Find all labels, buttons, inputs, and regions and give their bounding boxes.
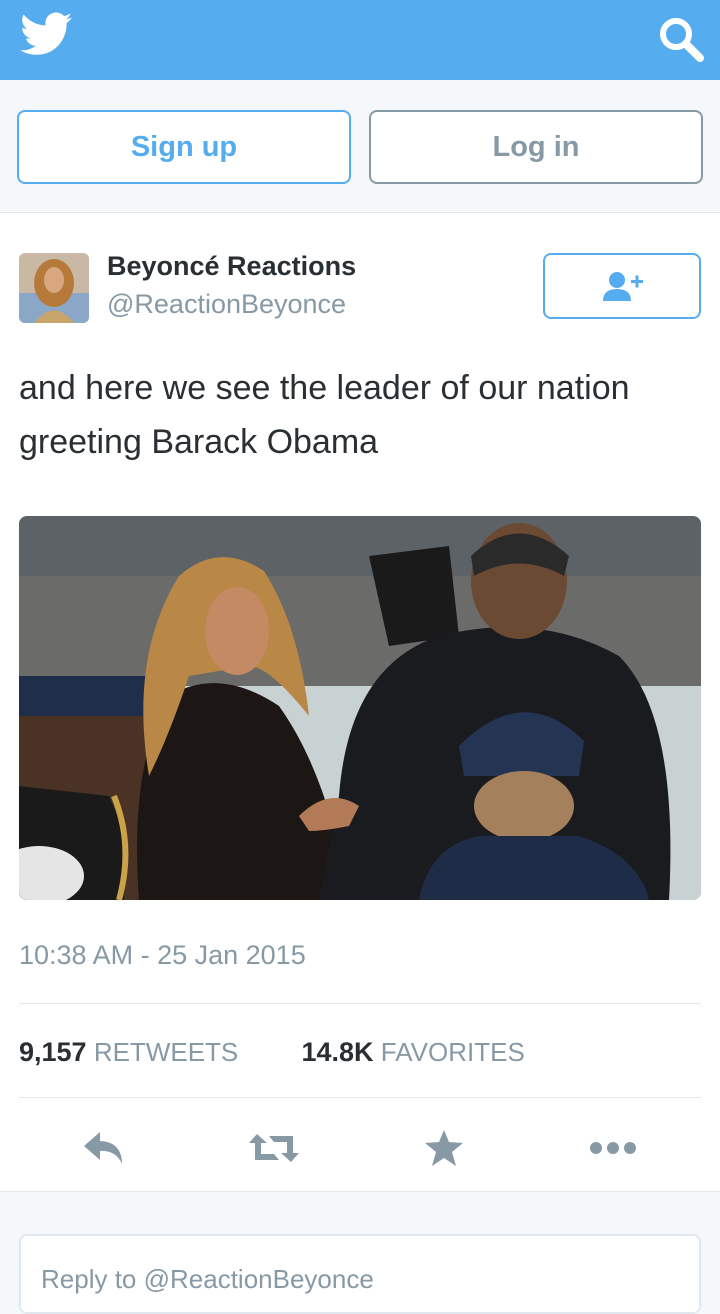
reply-input[interactable]: Reply to @ReactionBeyonce [19,1234,701,1314]
auth-bar: Sign up Log in [0,80,720,212]
retweet-button[interactable] [244,1123,304,1173]
favorite-count: 14.8K [301,1037,374,1067]
divider [19,1097,701,1098]
tweet-photo[interactable] [19,516,701,900]
divider [19,1003,701,1004]
top-bar [0,0,720,80]
reply-bar: Reply to @ReactionBeyonce [0,1192,720,1314]
reply-button[interactable] [74,1123,134,1173]
tweet-text: and here we see the leader of our nation… [19,369,630,461]
retweet-stat[interactable]: 9,157 RETWEETS [19,1037,238,1067]
more-button[interactable] [583,1123,643,1173]
favorite-button[interactable] [414,1123,474,1173]
login-button[interactable]: Log in [369,110,703,184]
avatar[interactable] [19,253,89,323]
retweet-label: RETWEETS [93,1037,239,1067]
tweet-timestamp[interactable]: 10:38 AM - 25 Jan 2015 [19,940,306,971]
search-icon[interactable] [656,14,706,64]
twitter-bird-icon[interactable] [20,12,72,56]
tweet-stats: 9,157 RETWEETS 14.8K FAVORITES [19,1037,525,1068]
favorite-stat[interactable]: 14.8K FAVORITES [302,1037,525,1067]
user-handle[interactable]: @ReactionBeyonce [107,289,346,320]
more-dots-icon [590,1142,636,1154]
follow-button[interactable] [543,253,701,319]
follow-user-icon [603,272,643,301]
retweet-count: 9,157 [19,1037,87,1067]
signup-button[interactable]: Sign up [17,110,351,184]
tweet-card: Beyoncé Reactions @ReactionBeyonce and h… [0,212,720,1192]
display-name[interactable]: Beyoncé Reactions [107,251,356,282]
favorite-label: FAVORITES [380,1037,525,1067]
retweet-icon [249,1134,299,1162]
star-icon [425,1130,463,1166]
reply-icon [84,1132,122,1164]
